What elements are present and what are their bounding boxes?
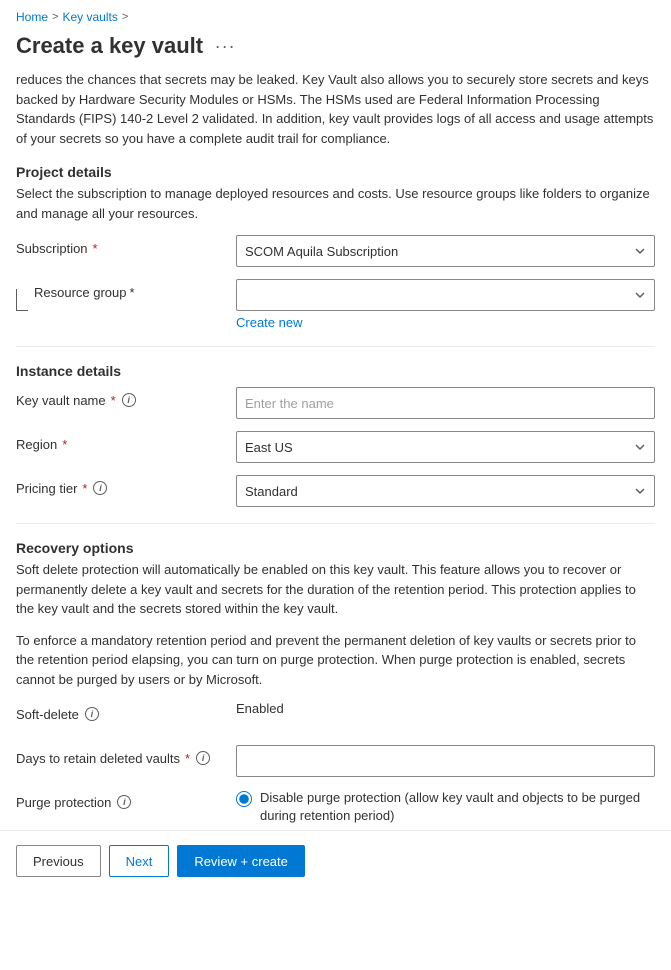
region-control: East USEast US 2West USWest US 2Central … (236, 431, 655, 463)
indent-decoration (16, 289, 28, 311)
region-label: Region * (16, 431, 236, 452)
breadcrumb: Home > Key vaults > (0, 0, 671, 28)
ellipsis-icon: ··· (215, 36, 236, 57)
purge-protection-label: Purge protection i (16, 789, 236, 810)
subscription-control: SCOM Aquila Subscription (236, 235, 655, 267)
subscription-label: Subscription * (16, 235, 236, 256)
soft-delete-row: Soft-delete i Enabled (16, 701, 655, 733)
project-details-section: Project details Select the subscription … (16, 164, 655, 330)
days-retain-row: Days to retain deleted vaults * i 90 (16, 745, 655, 777)
divider-2 (16, 523, 655, 524)
breadcrumb-sep2: > (122, 11, 128, 23)
soft-delete-info-icon[interactable]: i (85, 707, 99, 721)
soft-delete-description: Soft delete protection will automaticall… (16, 560, 655, 619)
create-new-link[interactable]: Create new (236, 315, 302, 330)
key-vault-name-label: Key vault name * i (16, 387, 236, 408)
breadcrumb-key-vaults[interactable]: Key vaults (62, 10, 117, 24)
resource-group-select[interactable] (236, 279, 655, 311)
resource-group-label: Resource group * (34, 285, 135, 300)
region-required: * (62, 437, 67, 452)
recovery-options-title: Recovery options (16, 540, 655, 556)
subscription-select[interactable]: SCOM Aquila Subscription (236, 235, 655, 267)
resource-group-required: * (130, 285, 135, 300)
instance-details-section: Instance details Key vault name * i Regi… (16, 363, 655, 507)
days-retain-label: Days to retain deleted vaults * i (16, 745, 236, 766)
days-retain-control: 90 (236, 745, 655, 777)
resource-group-control: Create new (236, 279, 655, 330)
page-title: Create a key vault (16, 33, 203, 59)
key-vault-name-input[interactable] (236, 387, 655, 419)
review-create-button[interactable]: Review + create (177, 845, 305, 877)
ellipsis-button[interactable]: ··· (211, 32, 239, 60)
footer: Previous Next Review + create (0, 830, 671, 891)
pricing-tier-control: StandardPremium (236, 475, 655, 507)
soft-delete-label: Soft-delete i (16, 701, 236, 722)
next-button[interactable]: Next (109, 845, 170, 877)
region-row: Region * East USEast US 2West USWest US … (16, 431, 655, 463)
breadcrumb-home[interactable]: Home (16, 10, 48, 24)
page-header: Create a key vault ··· (0, 28, 671, 70)
intro-description: reduces the chances that secrets may be … (16, 70, 655, 148)
subscription-required: * (93, 241, 98, 256)
pricing-tier-row: Pricing tier * i StandardPremium (16, 475, 655, 507)
radio-disable-label: Disable purge protection (allow key vaul… (260, 789, 655, 825)
divider-1 (16, 346, 655, 347)
key-vault-name-info-icon[interactable]: i (122, 393, 136, 407)
pricing-tier-info-icon[interactable]: i (93, 481, 107, 495)
days-retain-required: * (185, 751, 190, 766)
soft-delete-value: Enabled (236, 695, 284, 716)
key-vault-name-row: Key vault name * i (16, 387, 655, 419)
region-select[interactable]: East USEast US 2West USWest US 2Central … (236, 431, 655, 463)
resource-group-indent: Resource group * (16, 279, 236, 311)
project-details-subtitle: Select the subscription to manage deploy… (16, 184, 655, 223)
pricing-tier-required: * (82, 481, 87, 496)
previous-button[interactable]: Previous (16, 845, 101, 877)
pricing-tier-select[interactable]: StandardPremium (236, 475, 655, 507)
purge-description: To enforce a mandatory retention period … (16, 631, 655, 690)
key-vault-name-control (236, 387, 655, 419)
resource-group-row: Resource group * Create new (16, 279, 655, 330)
subscription-row: Subscription * SCOM Aquila Subscription (16, 235, 655, 267)
instance-details-title: Instance details (16, 363, 655, 379)
pricing-tier-label: Pricing tier * i (16, 475, 236, 496)
days-retain-input[interactable]: 90 (236, 745, 655, 777)
radio-disable-option: Disable purge protection (allow key vaul… (236, 789, 655, 825)
project-details-title: Project details (16, 164, 655, 180)
soft-delete-value-wrap: Enabled (236, 701, 655, 716)
breadcrumb-sep1: > (52, 11, 58, 23)
key-vault-name-required: * (111, 393, 116, 408)
days-retain-info-icon[interactable]: i (196, 751, 210, 765)
recovery-options-section: Recovery options Soft delete protection … (16, 540, 655, 878)
radio-disable-input[interactable] (236, 791, 252, 807)
purge-protection-info-icon[interactable]: i (117, 795, 131, 809)
